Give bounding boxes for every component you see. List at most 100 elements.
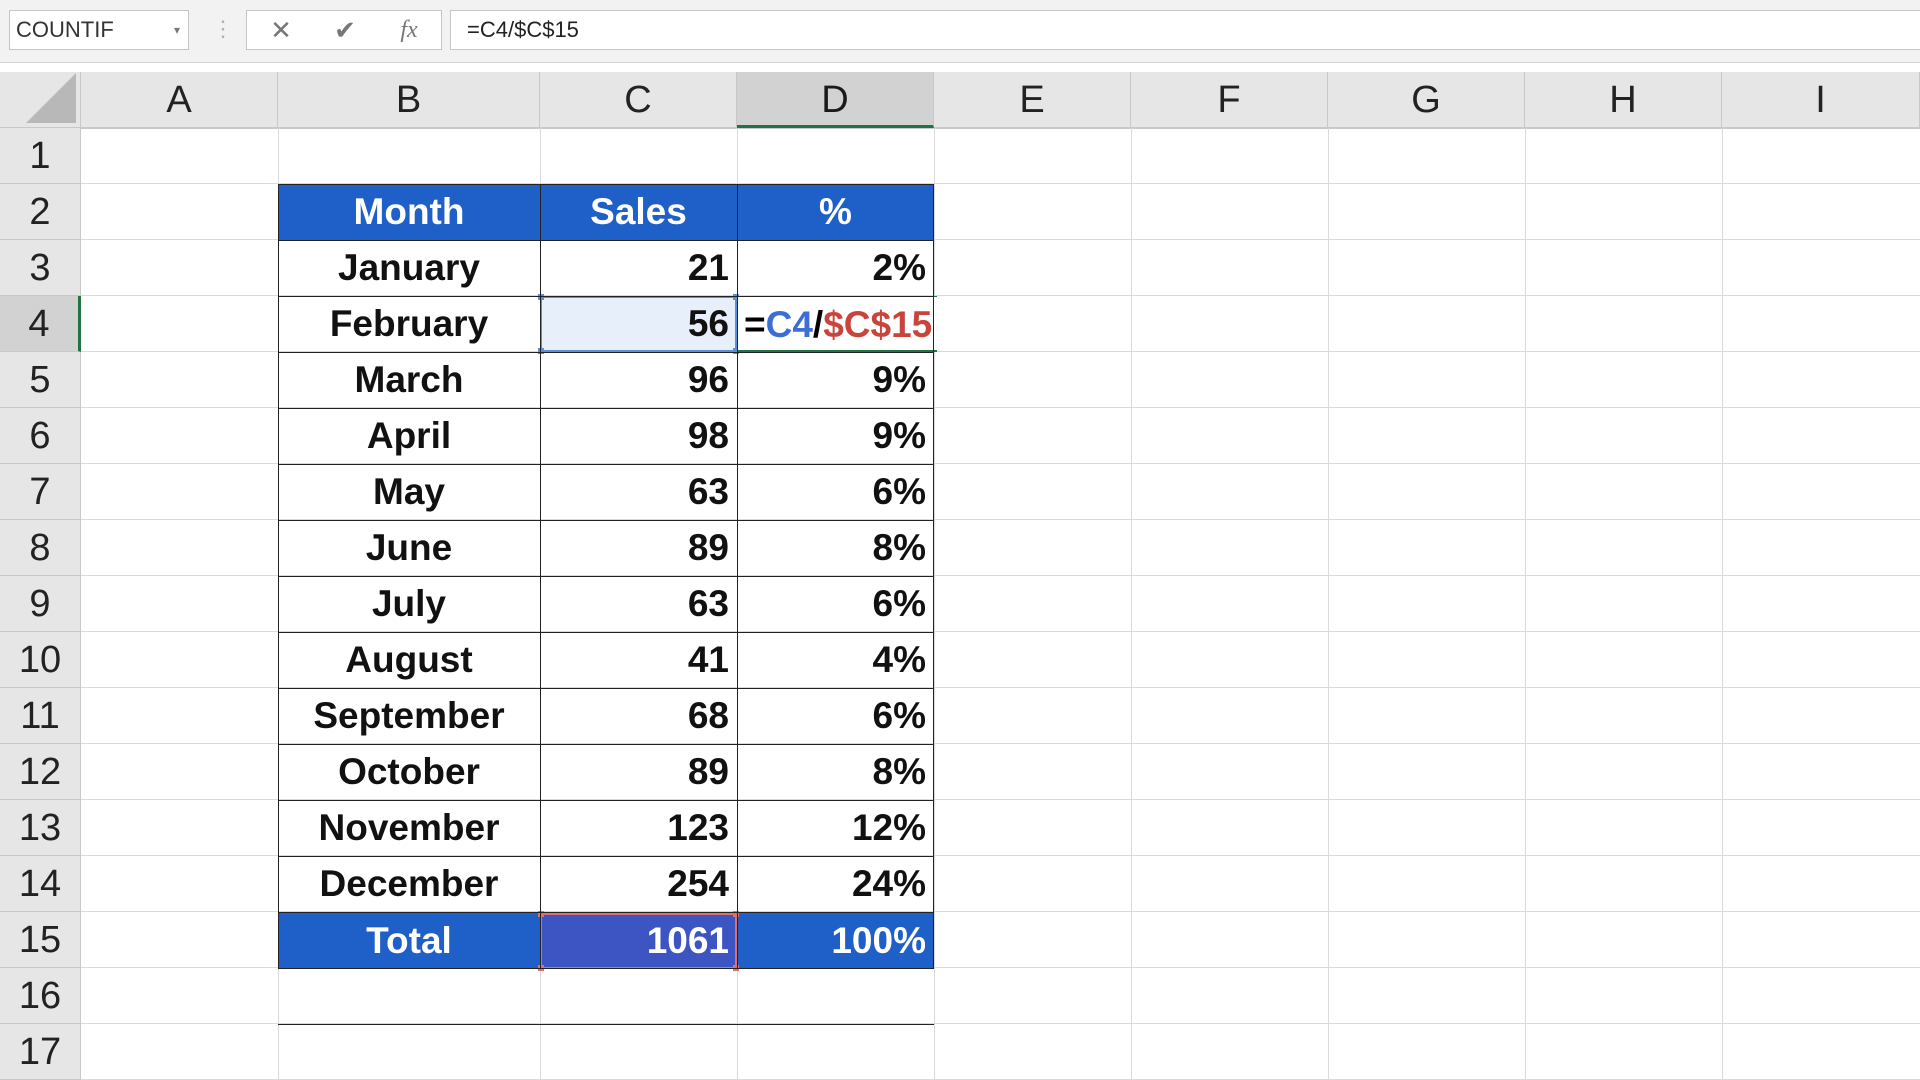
table-border [278,1024,934,1025]
row-header-14[interactable]: 14 [0,856,81,912]
column-header-h[interactable]: H [1525,72,1722,128]
table-border [278,408,934,409]
cell-percent[interactable]: 6% [737,693,934,749]
row-header-8[interactable]: 8 [0,520,81,576]
cell-percent[interactable]: 2% [737,245,934,301]
cell-month[interactable]: February [278,301,540,357]
column-header-b[interactable]: B [278,72,540,128]
row-header-12[interactable]: 12 [0,744,81,800]
column-header-i[interactable]: I [1722,72,1920,128]
header-percent[interactable]: % [737,184,934,240]
row-header-7[interactable]: 7 [0,464,81,520]
gridline [1131,128,1132,1080]
total-sales[interactable]: 1061 [540,913,737,969]
cell-month[interactable]: October [278,749,540,805]
row-header-17[interactable]: 17 [0,1024,81,1080]
cell-sales[interactable]: 123 [540,805,737,861]
gridline [1722,128,1723,1080]
row-header-9[interactable]: 9 [0,576,81,632]
cell-sales[interactable]: 63 [540,581,737,637]
cell-percent[interactable]: 8% [737,525,934,581]
header-month[interactable]: Month [278,184,540,240]
table-border [278,576,934,577]
cell-percent[interactable]: 6% [737,469,934,525]
row-header-1[interactable]: 1 [0,128,81,184]
row-header-11[interactable]: 11 [0,688,81,744]
cell-month[interactable]: November [278,805,540,861]
cell-sales[interactable]: 89 [540,525,737,581]
cell-month[interactable]: July [278,581,540,637]
cell-sales[interactable]: 21 [540,245,737,301]
row-header-13[interactable]: 13 [0,800,81,856]
table-border [278,520,934,521]
formula-equals: = [744,304,766,345]
gridline [1328,128,1329,1080]
formula-bar: COUNTIF ▾ ⋮ ✕ ✔ fx =C4/$C$15 [0,0,1920,63]
cell-percent[interactable]: 6% [737,581,934,637]
table-border [278,688,934,689]
table-border [278,184,279,969]
table-border [278,800,934,801]
cell-percent[interactable]: 9% [737,413,934,469]
check-icon[interactable]: ✔ [325,11,365,49]
table-border [278,744,934,745]
row-header-5[interactable]: 5 [0,352,81,408]
cell-percent[interactable]: 4% [737,637,934,693]
header-sales[interactable]: Sales [540,184,737,240]
column-header-f[interactable]: F [1131,72,1328,128]
select-all-button[interactable] [0,72,81,128]
table-border [540,184,541,969]
table-border [278,352,934,353]
cancel-icon[interactable]: ✕ [261,11,301,49]
cell-percent[interactable]: 24% [737,861,934,917]
row-header-2[interactable]: 2 [0,184,81,240]
chevron-down-icon[interactable]: ▾ [174,11,180,49]
row-header-3[interactable]: 3 [0,240,81,296]
cell-month[interactable]: June [278,525,540,581]
column-header-g[interactable]: G [1328,72,1525,128]
cell-percent[interactable]: 8% [737,749,934,805]
cell-sales[interactable]: 56 [540,301,737,357]
cell-percent[interactable]: 9% [737,357,934,413]
cell-sales[interactable]: 68 [540,693,737,749]
cell-month[interactable]: March [278,357,540,413]
select-all-triangle-icon [26,73,76,123]
row-header-15[interactable]: 15 [0,912,81,968]
row-header-10[interactable]: 10 [0,632,81,688]
formula-ref-c4: C4 [765,304,813,345]
table-border [278,632,934,633]
table-border [278,912,934,913]
cell-month[interactable]: August [278,637,540,693]
table-border [278,296,934,297]
column-header-e[interactable]: E [934,72,1131,128]
row-header-4[interactable]: 4 [0,296,81,352]
table-border [278,184,934,185]
cell-sales[interactable]: 98 [540,413,737,469]
formula-ref-c15: $C$15 [823,304,933,345]
cell-sales[interactable]: 63 [540,469,737,525]
cell-month[interactable]: September [278,693,540,749]
cell-sales[interactable]: 254 [540,861,737,917]
formula-operator: / [812,304,824,345]
formula-input[interactable]: =C4/$C$15 [450,10,1920,50]
cell-percent[interactable]: 12% [737,805,934,861]
column-header-c[interactable]: C [540,72,737,128]
cell-d4-editor[interactable]: =C4/$C$15 [737,296,937,352]
total-label[interactable]: Total [278,913,540,969]
name-box[interactable]: COUNTIF ▾ [9,10,189,50]
cell-sales[interactable]: 96 [540,357,737,413]
cell-month[interactable]: April [278,413,540,469]
formula-buttons: ✕ ✔ fx [246,10,442,50]
column-header-d[interactable]: D [737,72,934,128]
cell-month[interactable]: December [278,861,540,917]
total-percent[interactable]: 100% [737,913,934,969]
fx-icon[interactable]: fx [389,11,429,49]
column-header-a[interactable]: A [81,72,278,128]
row-header-6[interactable]: 6 [0,408,81,464]
row-header-16[interactable]: 16 [0,968,81,1024]
drag-handle-icon[interactable]: ⋮ [212,14,234,44]
cell-month[interactable]: January [278,245,540,301]
cell-month[interactable]: May [278,469,540,525]
cell-sales[interactable]: 41 [540,637,737,693]
cell-sales[interactable]: 89 [540,749,737,805]
